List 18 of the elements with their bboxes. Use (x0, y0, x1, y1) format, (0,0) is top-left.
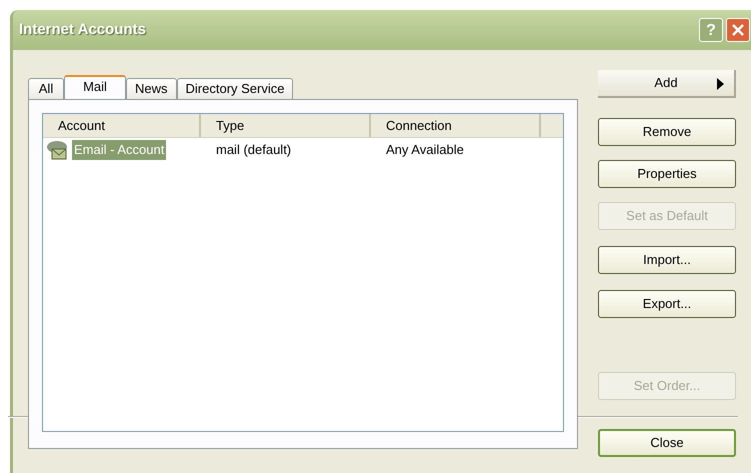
tab[interactable]: Mail (64, 75, 126, 100)
push-button[interactable]: Remove (598, 118, 736, 146)
column-header[interactable]: Connection (371, 114, 541, 137)
close-button[interactable]: Close (598, 429, 736, 457)
add-menu-button[interactable]: Add (598, 70, 736, 98)
tab[interactable]: All (28, 78, 64, 100)
column-header[interactable]: Account (43, 114, 201, 137)
column-header[interactable]: Type (201, 114, 371, 137)
caret-icon (717, 78, 724, 90)
table-cell-text: mail (default) (215, 141, 292, 160)
push-button[interactable]: Properties (598, 160, 736, 188)
window-title: Internet Accounts (19, 20, 147, 40)
push-button[interactable]: Import... (598, 246, 736, 274)
table-cell-text: Any Available (385, 141, 465, 160)
close-icon[interactable] (726, 18, 750, 42)
tab[interactable]: News (126, 78, 177, 100)
push-button[interactable]: Export... (598, 290, 736, 318)
tab[interactable]: Directory Service (176, 78, 294, 100)
